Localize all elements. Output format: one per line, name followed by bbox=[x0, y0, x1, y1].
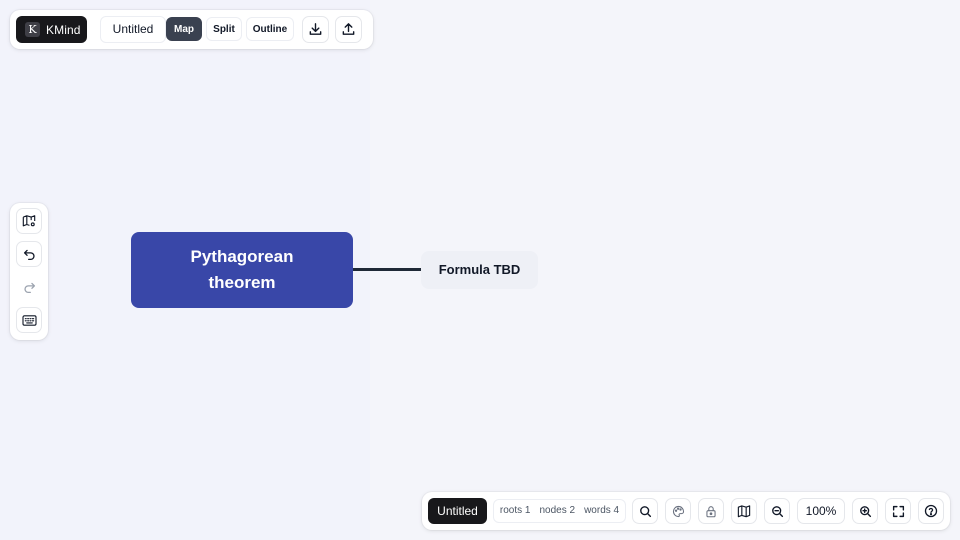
export-button[interactable] bbox=[302, 16, 329, 43]
document-stats: roots 1 nodes 2 words 4 bbox=[493, 499, 626, 523]
zoom-out-button[interactable] bbox=[764, 498, 790, 524]
undo-button[interactable] bbox=[16, 241, 42, 267]
map-settings-button[interactable] bbox=[16, 208, 42, 234]
download-icon bbox=[308, 22, 323, 37]
fullscreen-icon bbox=[892, 505, 905, 518]
root-node-text: Pythagorean theorem bbox=[190, 247, 294, 292]
left-toolbar bbox=[10, 203, 48, 340]
zoom-in-button[interactable] bbox=[852, 498, 878, 524]
brand-name: KMind bbox=[46, 22, 81, 37]
fullscreen-button[interactable] bbox=[885, 498, 911, 524]
document-title-badge[interactable]: Untitled bbox=[428, 498, 487, 524]
nodes-count: nodes 2 bbox=[539, 505, 576, 516]
branch-connector bbox=[352, 268, 421, 271]
tab-outline[interactable]: Outline bbox=[246, 17, 294, 41]
tab-split[interactable]: Split bbox=[206, 17, 242, 41]
minimap-button[interactable] bbox=[731, 498, 757, 524]
document-title[interactable]: Untitled bbox=[100, 16, 166, 43]
redo-icon bbox=[23, 281, 36, 294]
search-icon bbox=[639, 505, 652, 518]
theme-palette-icon bbox=[672, 505, 685, 518]
top-toolbar: K KMind Untitled Map Split Outline bbox=[10, 10, 373, 49]
upload-icon bbox=[341, 22, 356, 37]
roots-count: roots 1 bbox=[499, 505, 531, 516]
zoom-out-icon bbox=[771, 505, 784, 518]
lock-icon bbox=[705, 505, 717, 518]
minimap-icon bbox=[737, 504, 751, 518]
lock-button[interactable] bbox=[698, 498, 724, 524]
redo-button[interactable] bbox=[16, 274, 42, 300]
theme-button[interactable] bbox=[665, 498, 691, 524]
map-settings-icon bbox=[22, 214, 36, 228]
zoom-level[interactable]: 100% bbox=[797, 498, 845, 524]
bottom-status-bar: Untitled roots 1 nodes 2 words 4 100% bbox=[422, 492, 950, 530]
help-icon bbox=[924, 504, 938, 518]
brand-logo-icon: K bbox=[25, 22, 40, 37]
zoom-in-icon bbox=[859, 505, 872, 518]
shortcuts-button[interactable] bbox=[16, 307, 42, 333]
brand-button[interactable]: K KMind bbox=[16, 16, 87, 43]
words-count: words 4 bbox=[584, 505, 620, 516]
tab-map[interactable]: Map bbox=[166, 17, 202, 41]
help-button[interactable] bbox=[918, 498, 944, 524]
root-node[interactable]: Pythagorean theorem bbox=[131, 232, 353, 308]
search-button[interactable] bbox=[632, 498, 658, 524]
undo-icon bbox=[23, 248, 36, 261]
keyboard-icon bbox=[21, 314, 37, 327]
child-node[interactable]: Formula TBD bbox=[421, 251, 538, 289]
child-node-text: Formula TBD bbox=[438, 262, 521, 277]
import-button[interactable] bbox=[335, 16, 362, 43]
